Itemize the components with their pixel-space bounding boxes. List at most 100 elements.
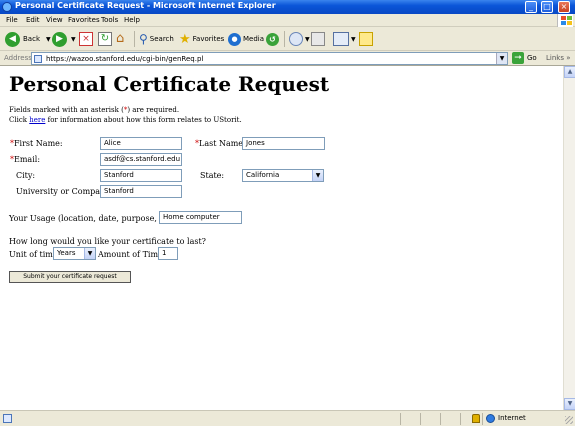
menu-tools[interactable]: Tools (101, 16, 118, 24)
favorites-star-icon: ★ (179, 31, 191, 47)
toolbar-divider (284, 31, 285, 47)
state-value: California (246, 171, 280, 179)
page-content: Personal Certificate Request Fields mark… (0, 66, 563, 410)
status-bar: Internet (0, 410, 575, 426)
status-divider (482, 413, 483, 425)
state-select[interactable]: California ▼ (242, 169, 324, 182)
media-button[interactable]: ● Media (228, 30, 264, 48)
required-note-end: ) are required. (127, 106, 180, 114)
city-field[interactable]: Stanford (100, 169, 182, 182)
last-name-field[interactable]: Jones (242, 137, 325, 150)
close-button[interactable]: × (558, 1, 570, 13)
window-title: Personal Certificate Request - Microsoft… (15, 1, 276, 10)
amount-field[interactable]: 1 (158, 247, 178, 260)
lock-icon (472, 414, 480, 423)
first-name-label: *First Name: (10, 139, 63, 148)
email-text: Email: (14, 155, 41, 164)
forward-arrow-icon: ▶ (52, 31, 67, 47)
links-button[interactable]: Links » (546, 54, 571, 62)
resize-grip-icon[interactable] (565, 416, 573, 424)
chevron-down-icon: ▼ (46, 35, 51, 43)
unit-value: Years (57, 249, 76, 257)
refresh-icon: ↻ (98, 32, 112, 46)
usage-label: Your Usage (location, date, purpose, etc… (9, 214, 181, 223)
menu-file[interactable]: File (6, 16, 18, 24)
messenger-button[interactable] (359, 30, 373, 48)
address-bar: Address https://wazoo.stanford.edu/cgi-b… (0, 51, 575, 66)
state-label: State: (200, 171, 225, 180)
unit-select[interactable]: Years ▼ (53, 247, 96, 260)
security-zone: Internet (498, 414, 526, 422)
usage-field[interactable]: Home computer (159, 211, 242, 224)
globe-icon (486, 414, 495, 423)
status-divider (440, 413, 441, 425)
info-rest: for information about how this form rela… (45, 116, 242, 124)
last-name-label: *Last Name: (195, 139, 246, 148)
page-icon (34, 55, 42, 63)
scroll-down-icon[interactable]: ▼ (564, 398, 575, 410)
back-button[interactable]: ◀ Back ▼ (5, 30, 51, 48)
print-icon (311, 32, 325, 46)
minimize-button[interactable]: _ (525, 1, 537, 13)
menu-help[interactable]: Help (124, 16, 140, 24)
stop-button[interactable]: × (79, 30, 93, 48)
duration-question: How long would you like your certificate… (9, 237, 206, 246)
search-button[interactable]: ⚲ Search (139, 30, 174, 48)
favorites-button[interactable]: ★ Favorites (179, 30, 224, 48)
edit-page-icon (333, 32, 349, 46)
note-icon (359, 32, 373, 46)
status-divider (460, 413, 461, 425)
vertical-scrollbar[interactable]: ▲ ▼ (563, 66, 575, 410)
search-icon: ⚲ (139, 32, 148, 46)
refresh-button[interactable]: ↻ (98, 30, 112, 48)
page-title: Personal Certificate Request (9, 72, 330, 96)
history-button[interactable]: ↺ (266, 30, 279, 48)
here-link[interactable]: here (29, 116, 45, 124)
go-button[interactable]: ➞ Go (512, 52, 537, 64)
first-name-field[interactable]: Alice (100, 137, 182, 150)
chevron-down-icon[interactable]: ▼ (312, 170, 323, 181)
media-icon: ● (228, 32, 241, 46)
menu-edit[interactable]: Edit (26, 16, 40, 24)
chevron-down-icon: ▼ (305, 35, 310, 43)
maximize-button[interactable]: □ (541, 1, 553, 13)
info-click: Click (9, 116, 30, 124)
menu-view[interactable]: View (46, 16, 63, 24)
chevron-down-icon[interactable]: ▼ (84, 248, 95, 259)
windows-logo-icon (557, 14, 573, 27)
scroll-up-icon[interactable]: ▲ (564, 66, 575, 78)
status-divider (420, 413, 421, 425)
back-arrow-icon: ◀ (5, 31, 20, 47)
print-button[interactable] (311, 30, 325, 48)
university-field[interactable]: Stanford (100, 185, 182, 198)
edit-button[interactable]: ▼ (333, 30, 356, 48)
email-label: *Email: (10, 155, 40, 164)
internet-explorer-icon (2, 2, 12, 12)
mail-icon (289, 32, 303, 46)
email-field[interactable]: asdf@cs.stanford.edu (100, 153, 182, 166)
search-label: Search (149, 35, 174, 43)
chevron-down-icon: ▼ (71, 35, 76, 43)
university-label: University or Company: (16, 187, 113, 196)
forward-button[interactable]: ▶ ▼ (52, 30, 76, 48)
menu-bar: File Edit View Favorites Tools Help (0, 14, 575, 27)
home-button[interactable]: ⌂ (116, 30, 130, 48)
menu-favorites[interactable]: Favorites (68, 16, 100, 24)
links-label: Links (546, 54, 564, 62)
required-note-start: Fields marked with an asterisk ( (9, 106, 124, 114)
amount-label: Amount of Time: (98, 250, 166, 259)
required-note: Fields marked with an asterisk (*) are r… (9, 106, 179, 114)
chevron-down-icon[interactable]: ▼ (496, 53, 507, 64)
first-name-text: First Name: (14, 139, 63, 148)
back-label: Back (23, 35, 40, 43)
mail-button[interactable]: ▼ (289, 30, 310, 48)
page-status-icon (3, 414, 12, 423)
status-divider (400, 413, 401, 425)
go-arrow-icon: ➞ (512, 52, 524, 64)
chevron-down-icon: ▼ (351, 35, 356, 43)
toolbar-divider (134, 31, 135, 47)
submit-button[interactable]: Submit your certificate request (9, 271, 131, 283)
address-input[interactable]: https://wazoo.stanford.edu/cgi-bin/genRe… (31, 52, 508, 65)
address-url: https://wazoo.stanford.edu/cgi-bin/genRe… (46, 55, 204, 63)
last-name-text: Last Name: (199, 139, 246, 148)
